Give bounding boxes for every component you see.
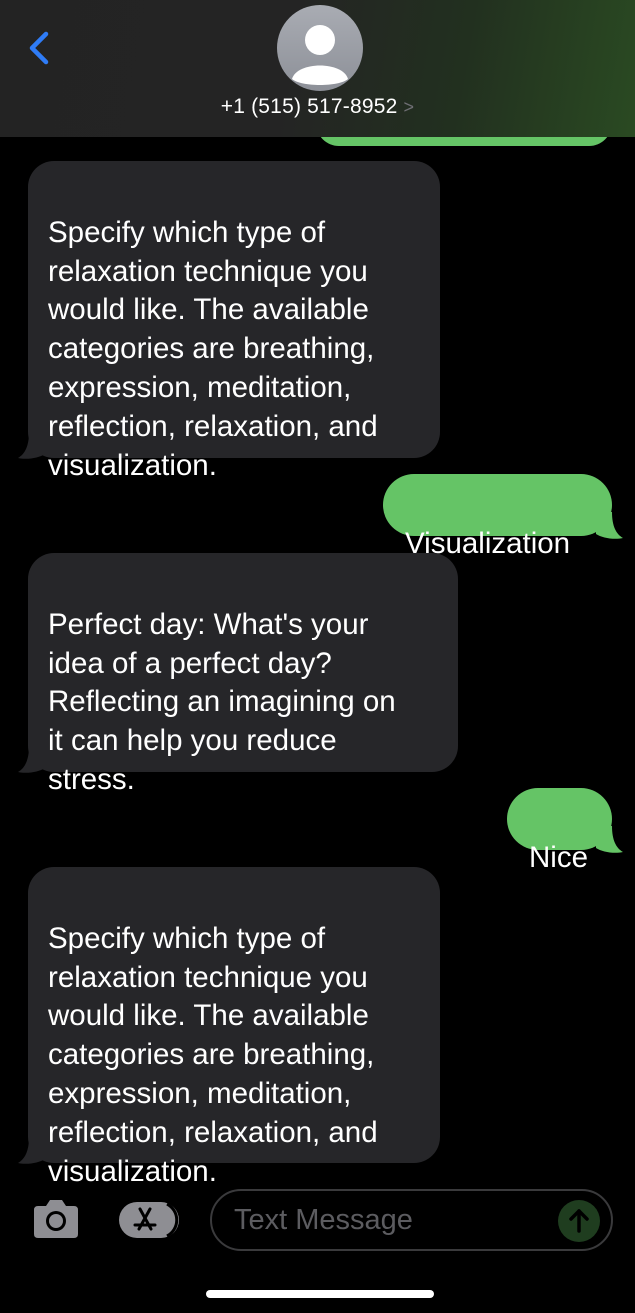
conversation-header: +1 (515) 517-8952 > (0, 0, 635, 137)
bubble-tail (596, 826, 623, 853)
person-icon (292, 25, 348, 85)
send-button[interactable] (558, 1200, 600, 1242)
message-text: Nice (529, 840, 589, 874)
message-text: Specify which type of relaxation techniq… (48, 921, 378, 1188)
camera-icon (34, 1200, 78, 1238)
bubble-tail (18, 1137, 45, 1164)
contact-phone-number: +1 (515) 517-8952 (220, 95, 398, 118)
bubble-tail (596, 512, 623, 539)
chevron-right-icon: > (403, 97, 415, 117)
camera-button[interactable] (30, 1198, 82, 1242)
contact-avatar[interactable] (277, 5, 363, 91)
bubble-tail (18, 746, 45, 773)
incoming-message-bubble[interactable]: Perfect day: What's your idea of a perfe… (28, 553, 458, 796)
incoming-message-bubble[interactable]: Specify which type of relaxation techniq… (28, 161, 440, 482)
home-indicator (206, 1290, 434, 1298)
outgoing-message-bubble[interactable]: Visualization (383, 474, 612, 560)
message-text: Perfect day: What's your idea of a perfe… (48, 607, 396, 796)
app-store-button[interactable] (117, 1198, 183, 1242)
message-text: Specify which type of relaxation techniq… (48, 215, 378, 482)
arrow-up-icon (569, 1209, 589, 1233)
text-message-input[interactable] (234, 1191, 544, 1249)
bubble-tail (18, 432, 45, 459)
back-button[interactable] (22, 28, 58, 68)
message-composer[interactable] (210, 1189, 613, 1251)
app-store-icon (119, 1202, 179, 1238)
contact-name-row[interactable]: +1 (515) 517-8952 > (0, 95, 635, 119)
incoming-message-bubble[interactable]: Specify which type of relaxation techniq… (28, 867, 440, 1188)
chevron-left-icon (29, 31, 49, 65)
